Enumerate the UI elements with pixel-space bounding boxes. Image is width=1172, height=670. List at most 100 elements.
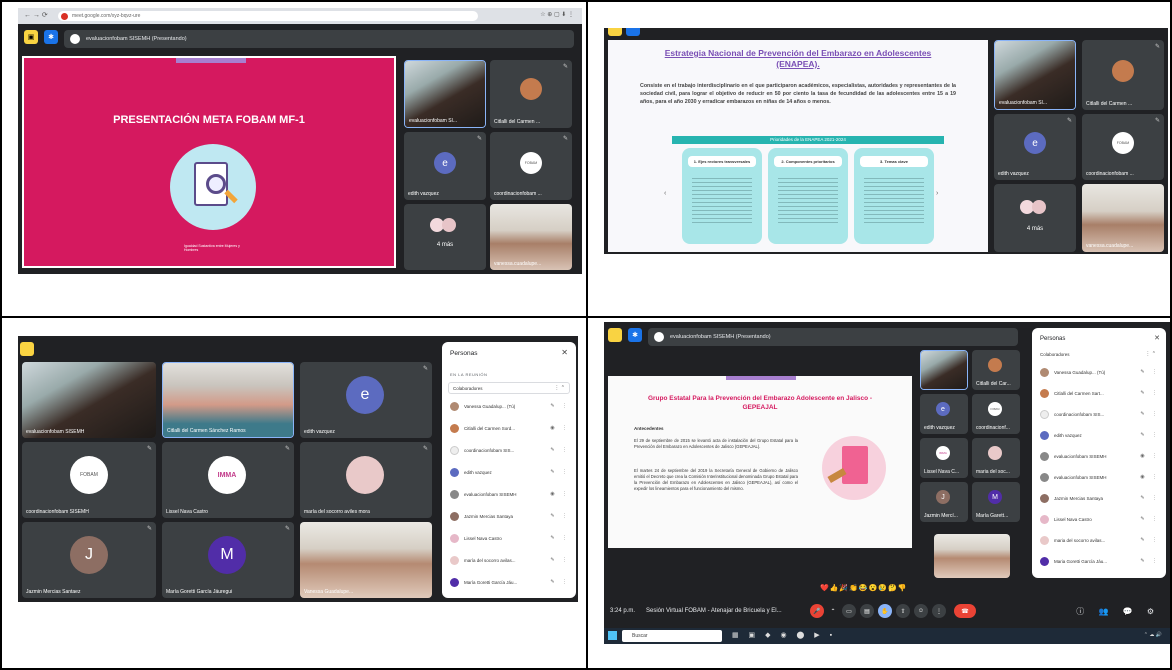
participant-tile[interactable]: M María Garett... bbox=[972, 482, 1020, 522]
person-row[interactable]: maría del socorro avilas... ✎ ⋮ bbox=[450, 554, 570, 566]
more-icon[interactable]: ✎ bbox=[477, 135, 482, 142]
address-bar[interactable]: meet.google.com/xyz-bqvz-ure bbox=[58, 11, 478, 21]
more-icon[interactable]: ✎ bbox=[423, 445, 428, 452]
participant-name: Jazmin Mercias Santaez bbox=[26, 589, 81, 595]
participant-tile[interactable]: ✎ e edith vazquez bbox=[300, 362, 432, 438]
participant-tile[interactable]: ✎ J Jazmin Mercias Santaez bbox=[22, 522, 156, 598]
participant-name: edith vazquez bbox=[924, 425, 955, 431]
person-row[interactable]: maria del socorro avilas... ✎ ⋮ bbox=[1040, 534, 1160, 546]
participant-name: Citlalli del Car... bbox=[976, 381, 1011, 387]
participant-tile[interactable]: vanessa.cuadalupe... bbox=[490, 204, 572, 270]
participant-tile[interactable]: IMMA Lissel Nava C... bbox=[920, 438, 968, 478]
more-icon[interactable]: ✎ bbox=[285, 445, 290, 452]
captions-button[interactable]: ▤ bbox=[860, 604, 874, 618]
participant-tile[interactable]: evaluacionfobam SI... bbox=[404, 60, 486, 128]
present-icon[interactable] bbox=[20, 342, 34, 356]
person-row[interactable]: coordinacionfobam SIS... ✎ ⋮ bbox=[1040, 408, 1160, 420]
more-icon[interactable]: ✎ bbox=[423, 365, 428, 372]
more-icon[interactable]: ✎ bbox=[1155, 117, 1160, 124]
apps-icon[interactable] bbox=[626, 28, 640, 36]
more-icon[interactable]: ✎ bbox=[147, 525, 152, 532]
self-view-tile[interactable] bbox=[934, 534, 1010, 578]
more-participants-tile[interactable]: 4 más bbox=[994, 184, 1076, 252]
camera-button[interactable]: ▭ bbox=[842, 604, 856, 618]
participant-tile[interactable]: ✎ maría del socorro aviles mora bbox=[300, 442, 432, 518]
browser-actions[interactable]: ☆ ⊕ ▢ ⬇ ⋮ bbox=[540, 11, 574, 18]
apps-icon[interactable]: ✱ bbox=[628, 328, 642, 342]
participant-tile[interactable]: ✎ e edith vazquez bbox=[404, 132, 486, 200]
person-row[interactable]: Maria Goretti García Jáu... ✎ ⋮ bbox=[1040, 555, 1160, 567]
more-options-icon[interactable]: ⌃ bbox=[826, 604, 840, 618]
close-icon[interactable]: ✕ bbox=[1154, 334, 1160, 342]
carousel-next-icon[interactable]: › bbox=[936, 190, 938, 197]
more-icon[interactable]: ✎ bbox=[563, 63, 568, 70]
taskbar-apps[interactable]: ▦ ▣ ◆ ◉ ⬤ ▶ ▪ bbox=[732, 631, 836, 639]
participant-tile[interactable]: maria del soc... bbox=[972, 438, 1020, 478]
person-row[interactable]: Jazmin Mercias Santaya ✎ ⋮ bbox=[450, 510, 570, 522]
participant-tile[interactable]: Citlalli del Carmen Sánchez Ramos bbox=[162, 362, 294, 438]
more-icon[interactable]: ✎ bbox=[147, 445, 152, 452]
present-icon[interactable] bbox=[608, 28, 622, 36]
participant-tile[interactable]: Citlalli del Car... bbox=[972, 350, 1020, 390]
reactions-bar[interactable]: ❤️👍🎉👏😂😮😢🤔👎 bbox=[820, 584, 907, 592]
presenter-avatar bbox=[70, 34, 80, 44]
participant-tile[interactable]: evaluacionfobam SISEMH bbox=[22, 362, 156, 438]
more-icon[interactable]: ✎ bbox=[563, 135, 568, 142]
participant-tile[interactable]: ✎ FOBAM coordinacionfobam ... bbox=[1082, 114, 1164, 180]
person-row[interactable]: Citlalli del Carmen Sord... ◉ ⋮ bbox=[450, 422, 570, 434]
participant-tile[interactable]: J Jazmin Mercí... bbox=[920, 482, 968, 522]
more-button[interactable]: ⋮ bbox=[932, 604, 946, 618]
participant-tile[interactable]: vanessa.cuadalupe... bbox=[1082, 184, 1164, 252]
person-row[interactable]: Vanessa Guadalup... (Tú) ✎ ⋮ bbox=[1040, 366, 1160, 378]
raise-hand-button[interactable]: ✋ bbox=[878, 604, 892, 618]
more-icon[interactable]: ✎ bbox=[285, 525, 290, 532]
participant-tile[interactable]: Vanessa Guadalupe... bbox=[300, 522, 432, 598]
participant-tile[interactable]: ✎ Citlalli del Carmen ... bbox=[490, 60, 572, 128]
participant-tile[interactable]: ✎ FOBAM coordinacionfobam SISEMH bbox=[22, 442, 156, 518]
person-row[interactable]: Citlalli del Carmen Sart... ✎ ⋮ bbox=[1040, 387, 1160, 399]
person-row[interactable]: Lissel Nava Castro ✎ ⋮ bbox=[1040, 513, 1160, 525]
person-row[interactable]: evaluacionfobam SISEMH ◉ ⋮ bbox=[450, 488, 570, 500]
participant-name: María Garett... bbox=[976, 513, 1009, 519]
participant-tile[interactable]: FOBAM coordinacionf... bbox=[972, 394, 1020, 434]
emoji-button[interactable]: ☺ bbox=[914, 604, 928, 618]
participant-name: María Goretti García Jáuregui bbox=[166, 589, 233, 595]
nav-icons[interactable]: ← → ⟳ bbox=[24, 11, 48, 19]
person-row[interactable]: Lissel Nava Castro ✎ ⋮ bbox=[450, 532, 570, 544]
person-row[interactable]: María Goretti García Jáu... ✎ ⋮ bbox=[450, 576, 570, 588]
participant-tile[interactable]: e edith vazquez bbox=[920, 394, 968, 434]
apps-icon[interactable]: ✱ bbox=[44, 30, 58, 44]
participant-tile[interactable]: ✎ e edith vazquez bbox=[994, 114, 1076, 180]
person-row[interactable]: coordinacionfobam SIS... ✎ ⋮ bbox=[450, 444, 570, 456]
tray-icons[interactable]: ⌃ ☁ 🔊 bbox=[1144, 632, 1162, 638]
present-icon[interactable] bbox=[608, 328, 622, 342]
more-icon[interactable]: ✎ bbox=[1155, 43, 1160, 50]
participant-tile[interactable]: ✎ M María Goretti García Jáuregui bbox=[162, 522, 294, 598]
participant-tile[interactable]: evaluacionfobam SI... bbox=[994, 40, 1076, 110]
person-row[interactable]: edith vazquez ✎ ⋮ bbox=[1040, 429, 1160, 441]
carousel-prev-icon[interactable]: ‹ bbox=[664, 190, 666, 197]
present-icon[interactable]: ▣ bbox=[24, 30, 38, 44]
participant-name: edith vazquez bbox=[998, 171, 1029, 177]
person-row[interactable]: edith vazquez ✎ ⋮ bbox=[450, 466, 570, 478]
screenshot-3: evaluacionfobam SISEMH Citlalli del Carm… bbox=[18, 336, 578, 602]
leave-call-button[interactable]: ☎ bbox=[954, 604, 976, 618]
windows-start-icon[interactable] bbox=[608, 631, 617, 640]
taskbar-search[interactable]: Buscar bbox=[622, 630, 722, 642]
person-row[interactable]: Jazmin Mercias Santaya ✎ ⋮ bbox=[1040, 492, 1160, 504]
close-icon[interactable]: ✕ bbox=[561, 348, 568, 357]
participant-tile[interactable]: ✎ FOBAM coordinacionfobam ... bbox=[490, 132, 572, 200]
participant-tile[interactable]: ✎ Citlalli del Carmen ... bbox=[1082, 40, 1164, 110]
collaborators-header[interactable]: Colaboradores ⋮ ⌃ bbox=[1038, 350, 1160, 360]
person-row[interactable]: Vanessa Guadalup... (Tú) ✎ ⋮ bbox=[450, 400, 570, 412]
more-icon[interactable]: ✎ bbox=[1067, 117, 1072, 124]
participant-tile[interactable] bbox=[920, 350, 968, 390]
present-button[interactable]: ⇧ bbox=[896, 604, 910, 618]
more-participants-tile[interactable]: 4 más bbox=[404, 204, 486, 270]
side-actions[interactable]: ⓘ 👥 💬 ⚙ bbox=[1076, 606, 1160, 617]
person-row[interactable]: evaluacionfobam SISEMH ◉ ⋮ bbox=[1040, 450, 1160, 462]
person-row[interactable]: evaluacionfobam SISEMH ◉ ⋮ bbox=[1040, 471, 1160, 483]
mic-off-button[interactable]: 🎤 bbox=[810, 604, 824, 618]
participant-tile[interactable]: ✎ IMMA Lissel Nava Castro bbox=[162, 442, 294, 518]
collaborators-header[interactable]: Colaboradores ⋮ ⌃ bbox=[448, 382, 570, 394]
